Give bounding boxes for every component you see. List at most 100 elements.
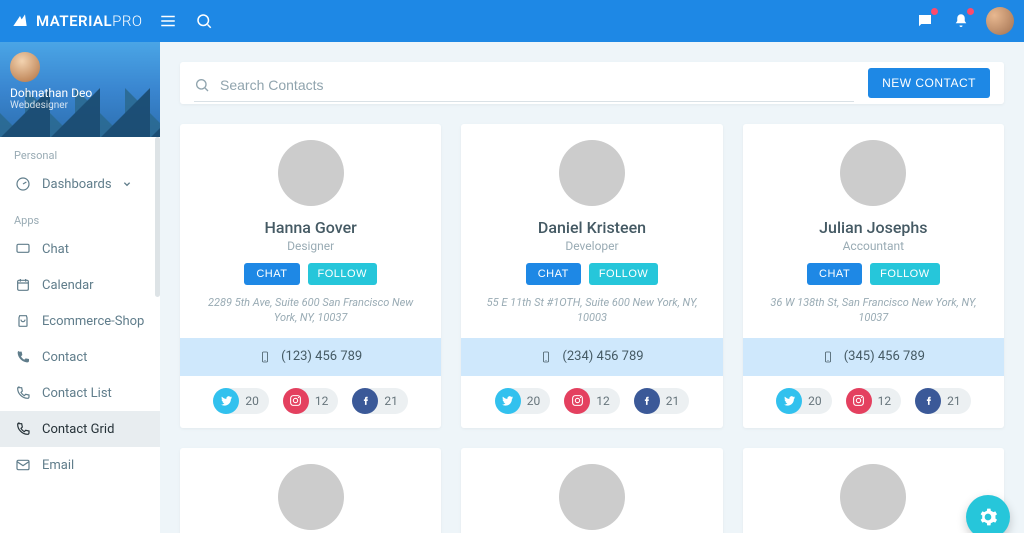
nav-calendar[interactable]: Calendar [0, 267, 160, 303]
contact-card: Hanna Gover Designer CHAT FOLLOW 2289 5t… [180, 124, 441, 428]
mobile-icon [822, 348, 834, 366]
main-content: NEW CONTACT Hanna Gover Designer CHAT FO… [160, 42, 1024, 533]
contact-photo [840, 464, 906, 530]
contact-photo [278, 140, 344, 206]
facebook-icon [915, 388, 941, 414]
search-input[interactable] [220, 77, 854, 93]
contact-address: 2289 5th Ave, Suite 600 San Francisco Ne… [180, 285, 441, 332]
contact-name: Daniel Kristeen [538, 218, 646, 237]
search-bar: NEW CONTACT [180, 62, 1004, 104]
contact-phone[interactable]: (123) 456 789 [180, 338, 441, 376]
nav-section-personal: Personal [0, 137, 160, 166]
twitter-pill[interactable]: 20 [213, 388, 269, 414]
contact-phone[interactable]: (345) 456 789 [743, 338, 1004, 376]
facebook-pill[interactable]: 21 [915, 388, 971, 414]
facebook-pill[interactable]: 21 [634, 388, 690, 414]
new-contact-button[interactable]: NEW CONTACT [868, 68, 990, 98]
topbar-search[interactable] [193, 10, 215, 32]
nav-contact-list[interactable]: Contact List [0, 375, 160, 411]
contact-name: Julian Josephs [819, 218, 927, 237]
chevron-down-icon [118, 175, 136, 193]
nav-contact[interactable]: Contact [0, 339, 160, 375]
facebook-icon [352, 388, 378, 414]
facebook-count: 21 [378, 394, 408, 408]
contact-socials: 20 12 21 [495, 376, 690, 428]
brand-text-b: PRO [112, 12, 142, 30]
sidebar: Dohnathan Deo Webdesigner Personal Dashb… [0, 42, 160, 533]
brand-text-a: MATERIAL [36, 12, 112, 30]
nav-label: Contact List [42, 386, 112, 401]
profile-role: Webdesigner [10, 100, 150, 111]
follow-button[interactable]: FOLLOW [589, 263, 658, 285]
instagram-count: 12 [590, 394, 620, 408]
nav-label: Contact [42, 350, 87, 365]
menu-icon [159, 12, 177, 30]
menu-toggle[interactable] [157, 10, 179, 32]
nav-label: Chat [42, 242, 69, 257]
phone-outline-icon [14, 420, 32, 438]
phone-number: (345) 456 789 [844, 349, 925, 364]
search-field-wrap[interactable] [194, 71, 854, 102]
facebook-count: 21 [660, 394, 690, 408]
instagram-pill[interactable]: 12 [564, 388, 620, 414]
chat-button[interactable]: CHAT [244, 263, 299, 285]
chat-icon [14, 240, 32, 258]
contact-address: 36 W 138th St, San Francisco New York, N… [743, 285, 1004, 332]
contact-phone[interactable]: (234) 456 789 [461, 338, 722, 376]
nav-label: Dashboards [42, 177, 112, 192]
contacts-grid: Hanna Gover Designer CHAT FOLLOW 2289 5t… [180, 124, 1004, 533]
instagram-count: 12 [309, 394, 339, 408]
twitter-icon [213, 388, 239, 414]
phone-outline-icon [14, 384, 32, 402]
twitter-count: 20 [802, 394, 832, 408]
contact-card: Daniel Kristeen Developer CHAT FOLLOW 55… [461, 124, 722, 428]
nav-email[interactable]: Email [0, 447, 160, 483]
brand-logo[interactable]: MATERIALPRO [10, 11, 143, 31]
profile-name: Dohnathan Deo [10, 86, 150, 100]
nav-contact-grid[interactable]: Contact Grid [0, 411, 160, 447]
instagram-pill[interactable]: 12 [846, 388, 902, 414]
chat-button[interactable]: CHAT [526, 263, 581, 285]
calendar-icon [14, 276, 32, 294]
messages-button[interactable] [914, 10, 936, 32]
twitter-icon [495, 388, 521, 414]
follow-button[interactable]: FOLLOW [308, 263, 377, 285]
contact-card: CHAT FOLLOW [743, 448, 1004, 533]
instagram-icon [283, 388, 309, 414]
chat-button[interactable]: CHAT [807, 263, 862, 285]
instagram-icon [564, 388, 590, 414]
settings-fab[interactable] [966, 495, 1010, 533]
nav-label: Contact Grid [42, 422, 114, 437]
user-avatar[interactable] [986, 7, 1014, 35]
contact-photo [559, 464, 625, 530]
bell-icon [952, 12, 970, 30]
instagram-count: 12 [872, 394, 902, 408]
brand-mark-icon [10, 11, 30, 31]
twitter-pill[interactable]: 20 [495, 388, 551, 414]
contact-role: Designer [287, 239, 334, 253]
contact-address: 55 E 11th St #1OTH, Suite 600 New York, … [461, 285, 722, 332]
twitter-pill[interactable]: 20 [776, 388, 832, 414]
contact-role: Developer [565, 239, 618, 253]
nav-chat[interactable]: Chat [0, 231, 160, 267]
contact-photo [840, 140, 906, 206]
follow-button[interactable]: FOLLOW [870, 263, 939, 285]
mobile-icon [540, 348, 552, 366]
notifications-button[interactable] [950, 10, 972, 32]
nav-ecommerce[interactable]: Ecommerce-Shop [0, 303, 160, 339]
instagram-pill[interactable]: 12 [283, 388, 339, 414]
facebook-icon [634, 388, 660, 414]
nav-dashboards[interactable]: Dashboards [0, 166, 160, 202]
notifications-badge [967, 8, 974, 15]
message-icon [916, 12, 934, 30]
contact-photo [278, 464, 344, 530]
contact-card: CHAT FOLLOW [461, 448, 722, 533]
gauge-icon [14, 175, 32, 193]
instagram-icon [846, 388, 872, 414]
mobile-icon [259, 348, 271, 366]
facebook-count: 21 [941, 394, 971, 408]
facebook-pill[interactable]: 21 [352, 388, 408, 414]
contact-photo [559, 140, 625, 206]
profile-banner[interactable]: Dohnathan Deo Webdesigner [0, 42, 160, 137]
nav-label: Ecommerce-Shop [42, 314, 144, 329]
